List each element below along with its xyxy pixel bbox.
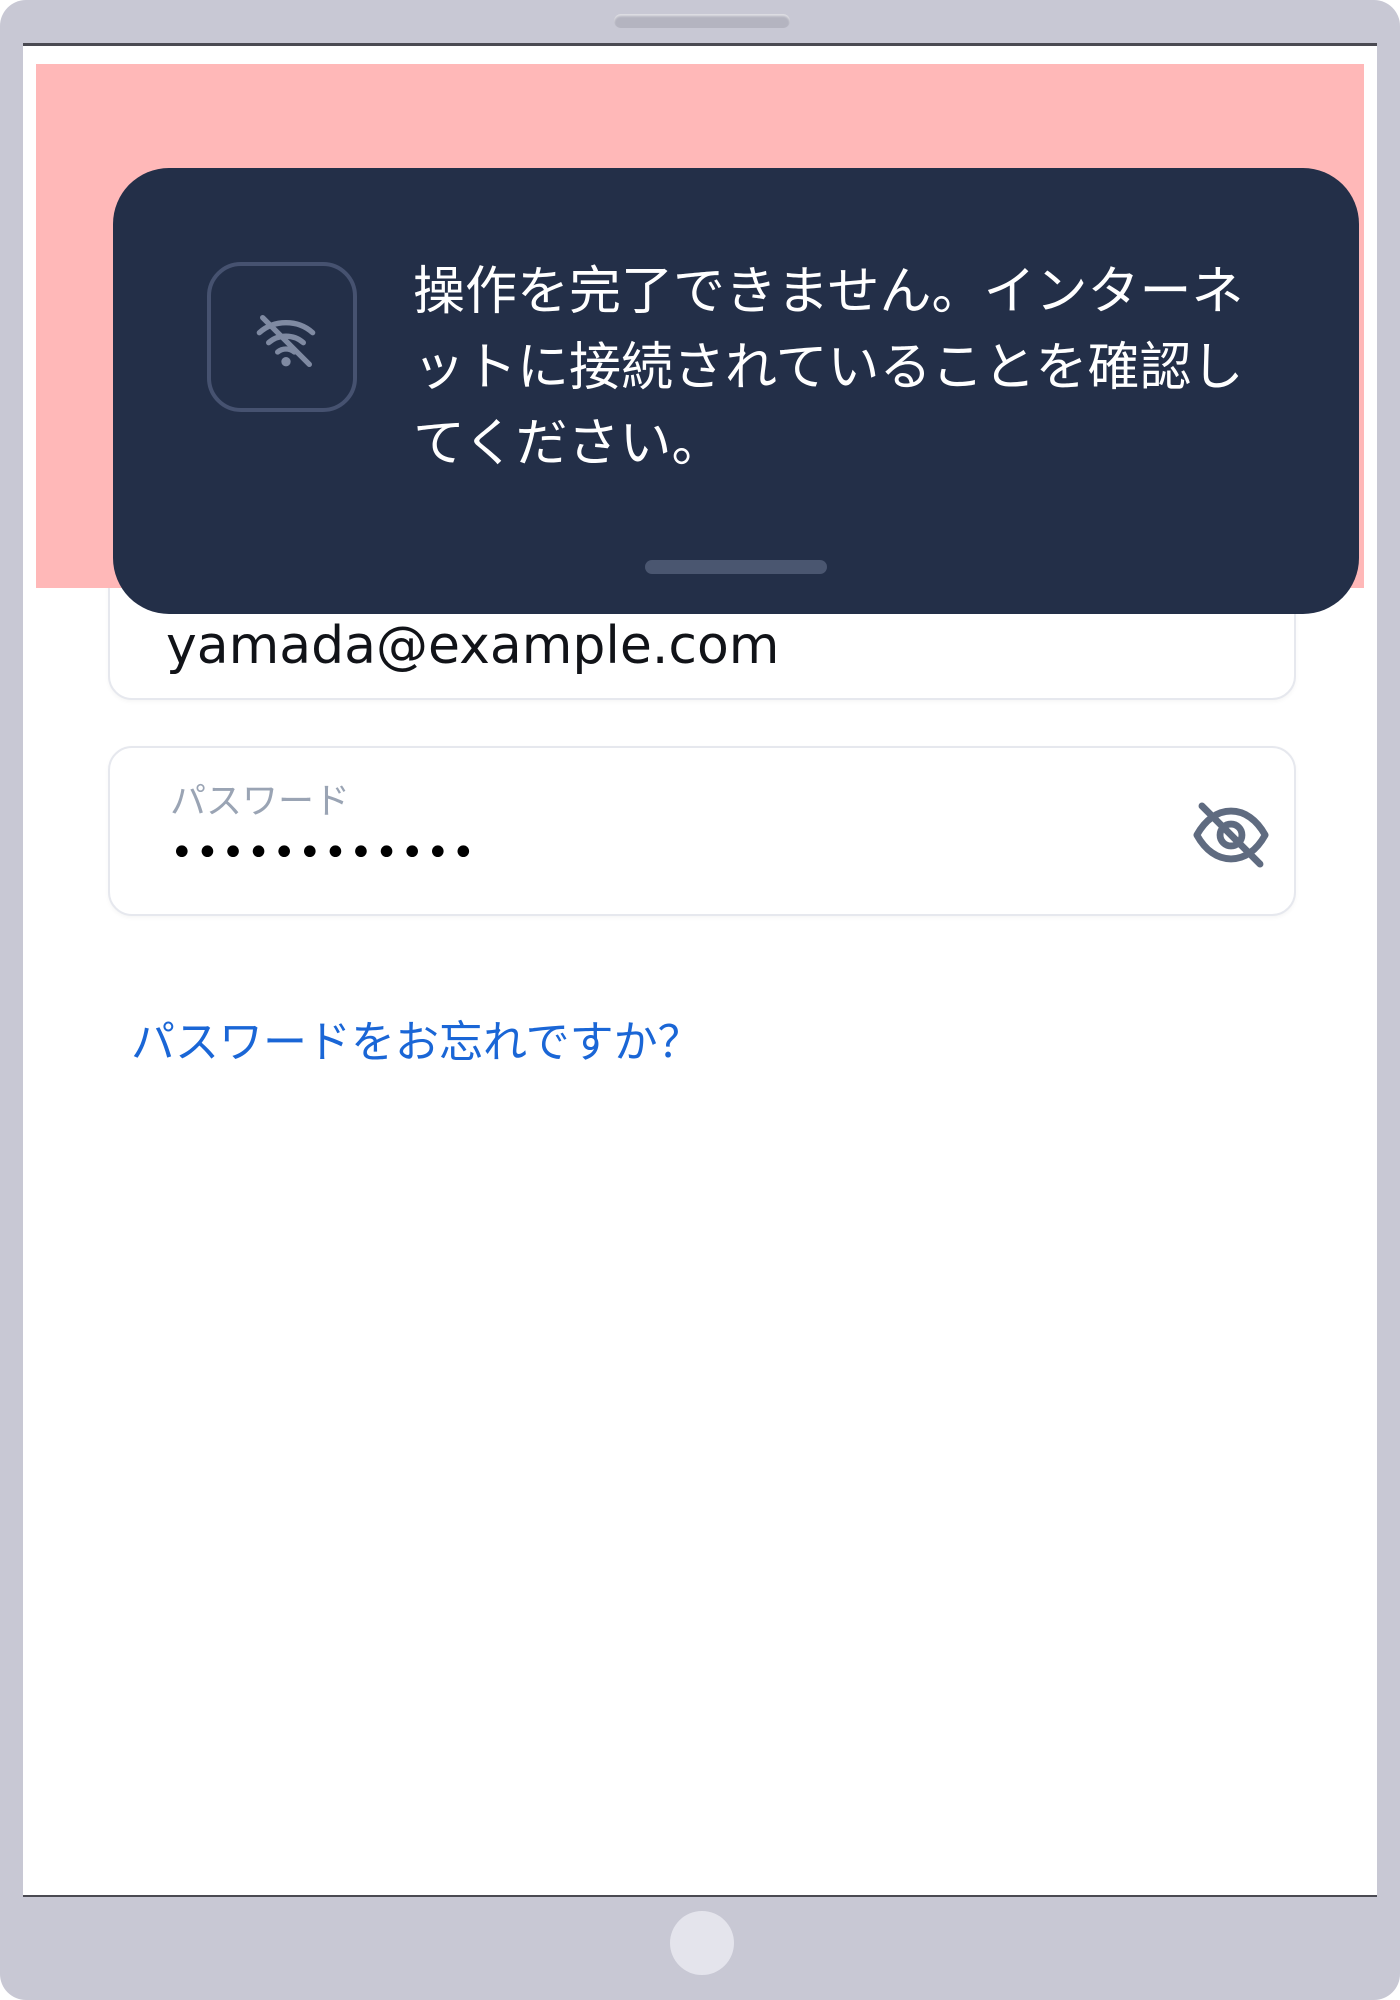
- speaker-grille: [614, 14, 790, 28]
- tablet-frame: yamada@example.com パスワード •••••••••••• パス…: [0, 0, 1400, 2000]
- toast-drag-handle[interactable]: [645, 560, 827, 574]
- error-toast[interactable]: 操作を完了できません。インターネットに接続されていることを確認してください。: [113, 168, 1359, 614]
- eye-off-icon[interactable]: [1190, 794, 1272, 876]
- toast-highlight: 操作を完了できません。インターネットに接続されていることを確認してください。: [36, 64, 1364, 614]
- password-field[interactable]: パスワード ••••••••••••: [108, 746, 1296, 916]
- password-label: パスワード: [170, 781, 351, 822]
- email-value[interactable]: yamada@example.com: [166, 616, 779, 676]
- password-value[interactable]: ••••••••••••: [170, 830, 477, 876]
- toast-message: 操作を完了できません。インターネットに接続されていることを確認してください。: [413, 262, 1244, 474]
- forgot-password-link[interactable]: パスワードをお忘れですか？: [131, 1006, 702, 1070]
- home-button[interactable]: [670, 1911, 734, 1975]
- toast-icon-box: [207, 262, 357, 412]
